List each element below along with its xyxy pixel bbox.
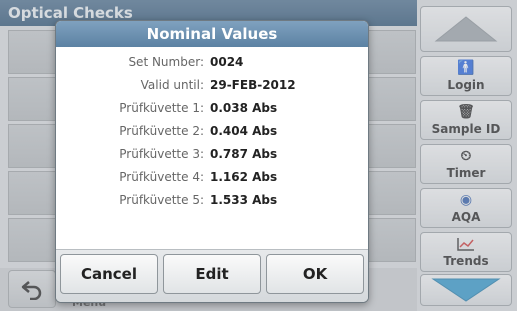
pruefkuevette-1-row: Prüfküvette 1: 0.038 Abs — [56, 97, 368, 120]
row-label: Prüfküvette 3: — [119, 147, 204, 161]
pruefkuevette-5-row: Prüfküvette 5: 1.533 Abs — [56, 189, 368, 212]
pruefkuevette-2-row: Prüfküvette 2: 0.404 Abs — [56, 120, 368, 143]
dialog-button-bar: Cancel Edit OK — [56, 249, 368, 302]
cancel-button[interactable]: Cancel — [60, 254, 158, 294]
row-label: Prüfküvette 5: — [119, 193, 204, 207]
row-label: Prüfküvette 2: — [119, 124, 204, 138]
row-value: 1.533 Abs — [210, 193, 278, 207]
row-value: 29-FEB-2012 — [210, 78, 296, 92]
row-label: Prüfküvette 4: — [119, 170, 204, 184]
edit-button[interactable]: Edit — [163, 254, 261, 294]
ok-button[interactable]: OK — [266, 254, 364, 294]
dialog-title: Nominal Values — [56, 21, 368, 47]
row-value: 0.787 Abs — [210, 147, 278, 161]
pruefkuevette-4-row: Prüfküvette 4: 1.162 Abs — [56, 166, 368, 189]
row-label: Prüfküvette 1: — [119, 101, 204, 115]
row-label: Valid until: — [140, 78, 204, 92]
pruefkuevette-3-row: Prüfküvette 3: 0.787 Abs — [56, 143, 368, 166]
row-value: 0024 — [210, 55, 244, 69]
nominal-values-dialog: Nominal Values Set Number: 0024 Valid unt… — [55, 20, 369, 303]
row-value: 1.162 Abs — [210, 170, 278, 184]
dialog-body: Set Number: 0024 Valid until: 29-FEB-2012 … — [56, 51, 368, 212]
row-value: 0.038 Abs — [210, 101, 278, 115]
row-label: Set Number: — [128, 55, 204, 69]
set-number-row: Set Number: 0024 — [56, 51, 368, 74]
valid-until-row: Valid until: 29-FEB-2012 — [56, 74, 368, 97]
row-value: 0.404 Abs — [210, 124, 278, 138]
